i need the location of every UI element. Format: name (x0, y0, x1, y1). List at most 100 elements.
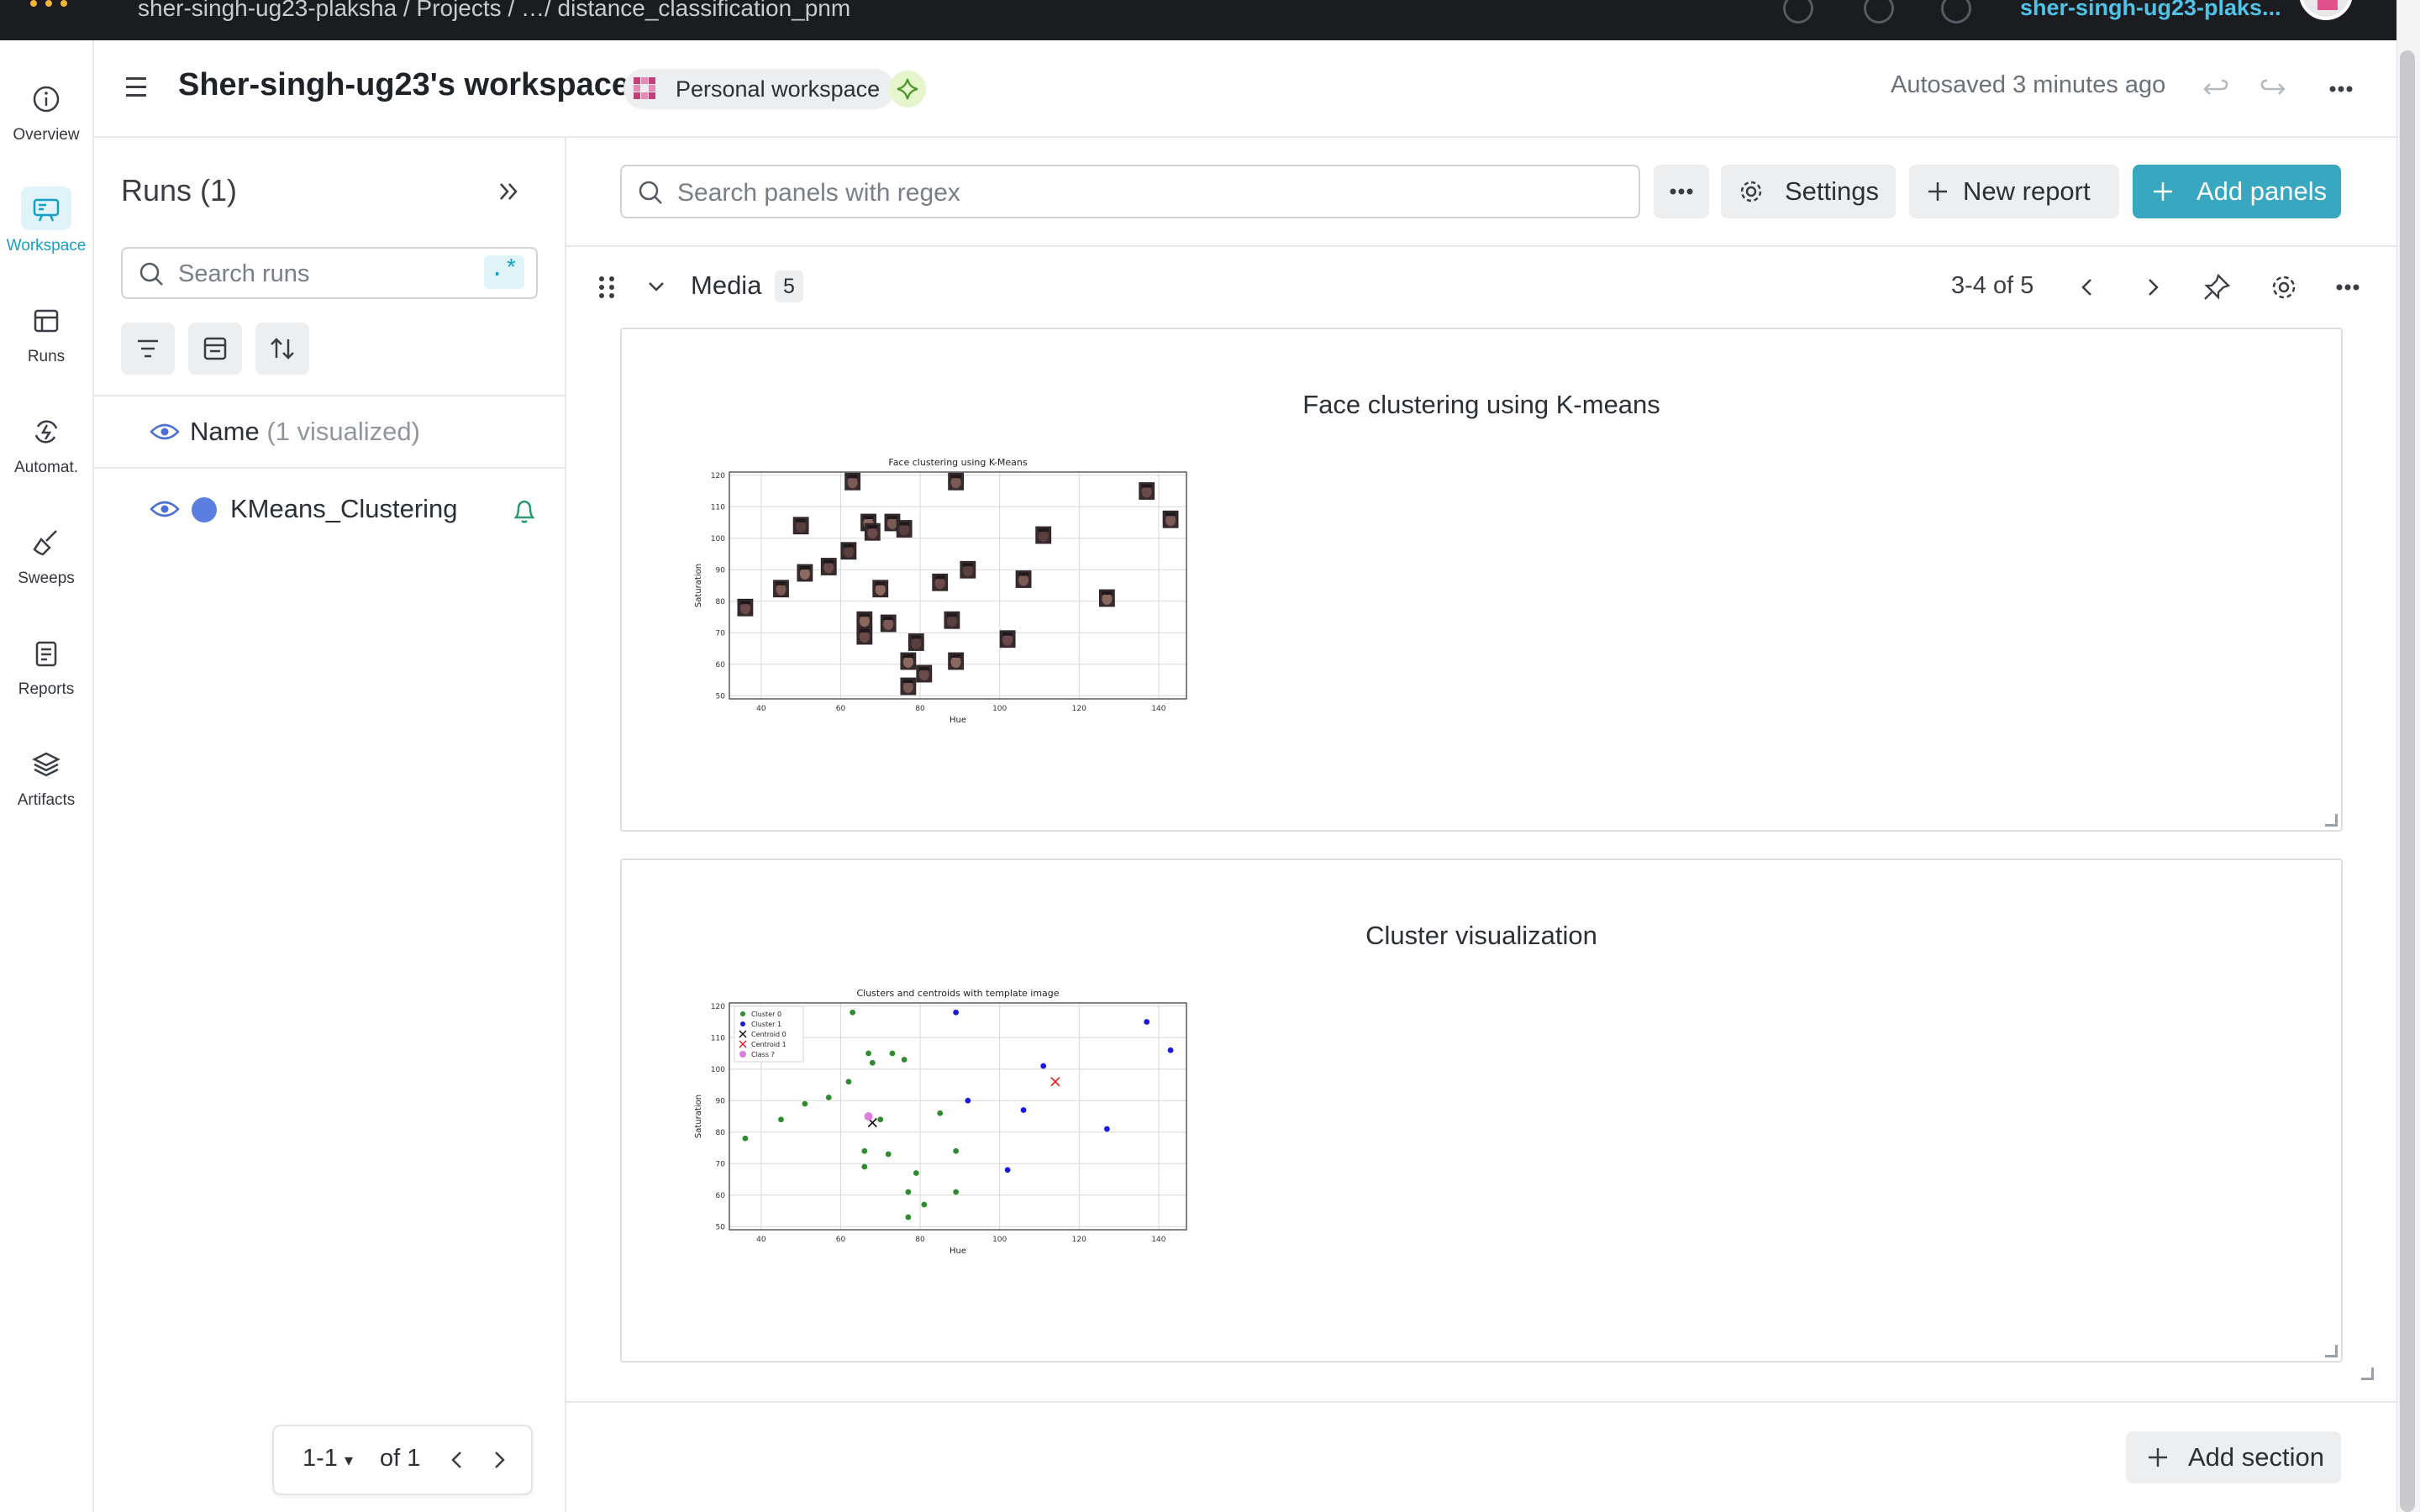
sort-icon (271, 338, 294, 360)
more-horizontal-icon[interactable] (2331, 272, 2365, 302)
face-thumbnail-hair (843, 543, 854, 548)
panel-resize-handle[interactable] (2325, 1345, 2338, 1357)
add-section-button[interactable]: Add section (2126, 1431, 2341, 1483)
username[interactable]: sher-singh-ug23-plaks... (2020, 0, 2281, 21)
scatter-point (1103, 1126, 1110, 1132)
scatter-point (913, 1170, 919, 1176)
filter-button[interactable] (121, 323, 175, 375)
media-panel[interactable]: Face clustering using K-means Face clust… (620, 328, 2343, 832)
section-title[interactable]: Media (691, 270, 761, 301)
nav-item-sweeps[interactable]: Sweeps (0, 516, 92, 617)
run-color-swatch[interactable] (192, 497, 217, 522)
nav-item-reports[interactable]: Reports (0, 627, 92, 727)
wandb-logo-icon[interactable] (30, 0, 81, 8)
face-thumbnail-face (1038, 530, 1049, 542)
y-tick-label: 80 (716, 598, 726, 606)
nav-item-label: Artifacts (17, 791, 76, 809)
page-scrollbar-thumb[interactable] (2400, 50, 2415, 1512)
settings-button[interactable]: Settings (1721, 165, 1896, 218)
chevron-down-icon[interactable] (644, 274, 669, 299)
face-thumbnail-hair (1018, 572, 1029, 576)
face-thumbnail-face (875, 583, 886, 596)
undo-button[interactable] (2193, 66, 2240, 113)
workspace-badge[interactable]: Personal workspace (623, 69, 896, 109)
face-thumbnail-point (820, 558, 837, 575)
panel-resize-handle[interactable] (2325, 814, 2338, 827)
new-report-button[interactable]: New report (1909, 165, 2119, 218)
legend-marker (739, 1051, 746, 1058)
y-tick-label: 70 (716, 629, 726, 638)
chevron-left-icon[interactable] (444, 1446, 471, 1473)
face-thumbnail-face (918, 669, 929, 680)
face-thumbnail-face (962, 564, 973, 577)
face-thumbnail-face (902, 681, 913, 693)
bell-icon[interactable] (509, 496, 539, 526)
sort-button[interactable] (255, 323, 309, 375)
run-name[interactable]: KMeans_Clustering (230, 494, 458, 524)
gear-icon (1740, 181, 1762, 202)
collapse-runs-button[interactable] (494, 176, 524, 213)
x-tick-label: 60 (836, 1236, 846, 1244)
face-thumbnail-hair (1141, 484, 1152, 488)
sparkle-button[interactable] (889, 71, 926, 108)
face-thumbnail-face (823, 561, 834, 574)
y-tick-label: 120 (711, 1003, 725, 1011)
x-tick-label: 60 (836, 705, 846, 713)
bell-icon[interactable] (1864, 0, 1894, 24)
name-column-header[interactable]: Name (1 visualized) (190, 417, 420, 447)
panel-search-field[interactable] (620, 165, 1640, 218)
pager-range: 1-1 (302, 1445, 338, 1472)
pin-icon[interactable] (2202, 272, 2232, 302)
redo-button[interactable] (2249, 66, 2296, 113)
panel-title: Cluster visualization (1365, 921, 1597, 950)
nav-item-automations[interactable]: Automat. (0, 405, 92, 506)
nav-item-label: Sweeps (18, 570, 75, 587)
left-nav: Overview Workspace Runs Automat. Sweeps … (0, 40, 94, 1512)
avatar[interactable] (2299, 0, 2353, 20)
face-thumbnail-hair (739, 601, 750, 605)
chevron-left-icon[interactable] (2074, 274, 2101, 301)
search-icon[interactable] (1783, 0, 1813, 24)
y-tick-label: 100 (711, 535, 725, 543)
face-thumbnail-face (950, 656, 961, 668)
add-panels-button[interactable]: Add panels (2133, 165, 2341, 218)
chevron-right-icon[interactable] (486, 1446, 513, 1473)
eye-icon[interactable] (150, 422, 180, 442)
face-thumbnail-point (797, 564, 813, 582)
face-thumbnail-hair (1102, 591, 1113, 595)
x-axis-label: Hue (950, 716, 966, 724)
legend-label: Centroid 0 (751, 1031, 786, 1038)
name-header-label: Name (190, 417, 260, 446)
help-icon[interactable] (1941, 0, 1971, 24)
nav-item-artifacts[interactable]: Artifacts (0, 738, 92, 838)
divider (94, 467, 565, 469)
group-button[interactable] (188, 323, 242, 375)
gear-icon[interactable] (2269, 272, 2299, 302)
runs-search-input[interactable] (176, 259, 466, 289)
runs-search-field[interactable] (121, 247, 538, 299)
regex-toggle[interactable]: .* (484, 255, 524, 289)
scatter-point (845, 1079, 852, 1085)
section-resize-handle[interactable] (2361, 1368, 2374, 1380)
panel-search-input[interactable] (676, 178, 1603, 208)
eye-icon[interactable] (150, 499, 180, 519)
media-panel[interactable]: Cluster visualization Clusters and centr… (620, 858, 2343, 1362)
more-options-button[interactable] (2317, 66, 2365, 113)
nav-item-runs[interactable]: Runs (0, 294, 92, 395)
drag-handle-icon[interactable] (595, 272, 618, 302)
menu-icon[interactable] (126, 77, 151, 97)
pager-range-select[interactable]: 1-1 ▾ (302, 1445, 353, 1473)
x-tick-label: 140 (1151, 705, 1165, 713)
face-thumbnail-hair (946, 613, 957, 617)
nav-item-overview[interactable]: Overview (0, 72, 92, 173)
face-thumbnail-hair (950, 654, 961, 658)
face-thumbnail-point (908, 633, 924, 651)
cluster-visualization-chart: Clusters and centroids with template ima… (694, 988, 1187, 1255)
scatter-point (877, 1116, 884, 1123)
breadcrumb[interactable]: sher-singh-ug23-plaksha / Projects / …/ … (138, 0, 850, 22)
divider (566, 245, 2396, 247)
nav-item-label: Runs (27, 348, 66, 365)
chevron-right-icon[interactable] (2139, 274, 2166, 301)
nav-item-workspace[interactable]: Workspace (0, 183, 92, 284)
toolbar-more-button[interactable] (1654, 165, 1709, 218)
